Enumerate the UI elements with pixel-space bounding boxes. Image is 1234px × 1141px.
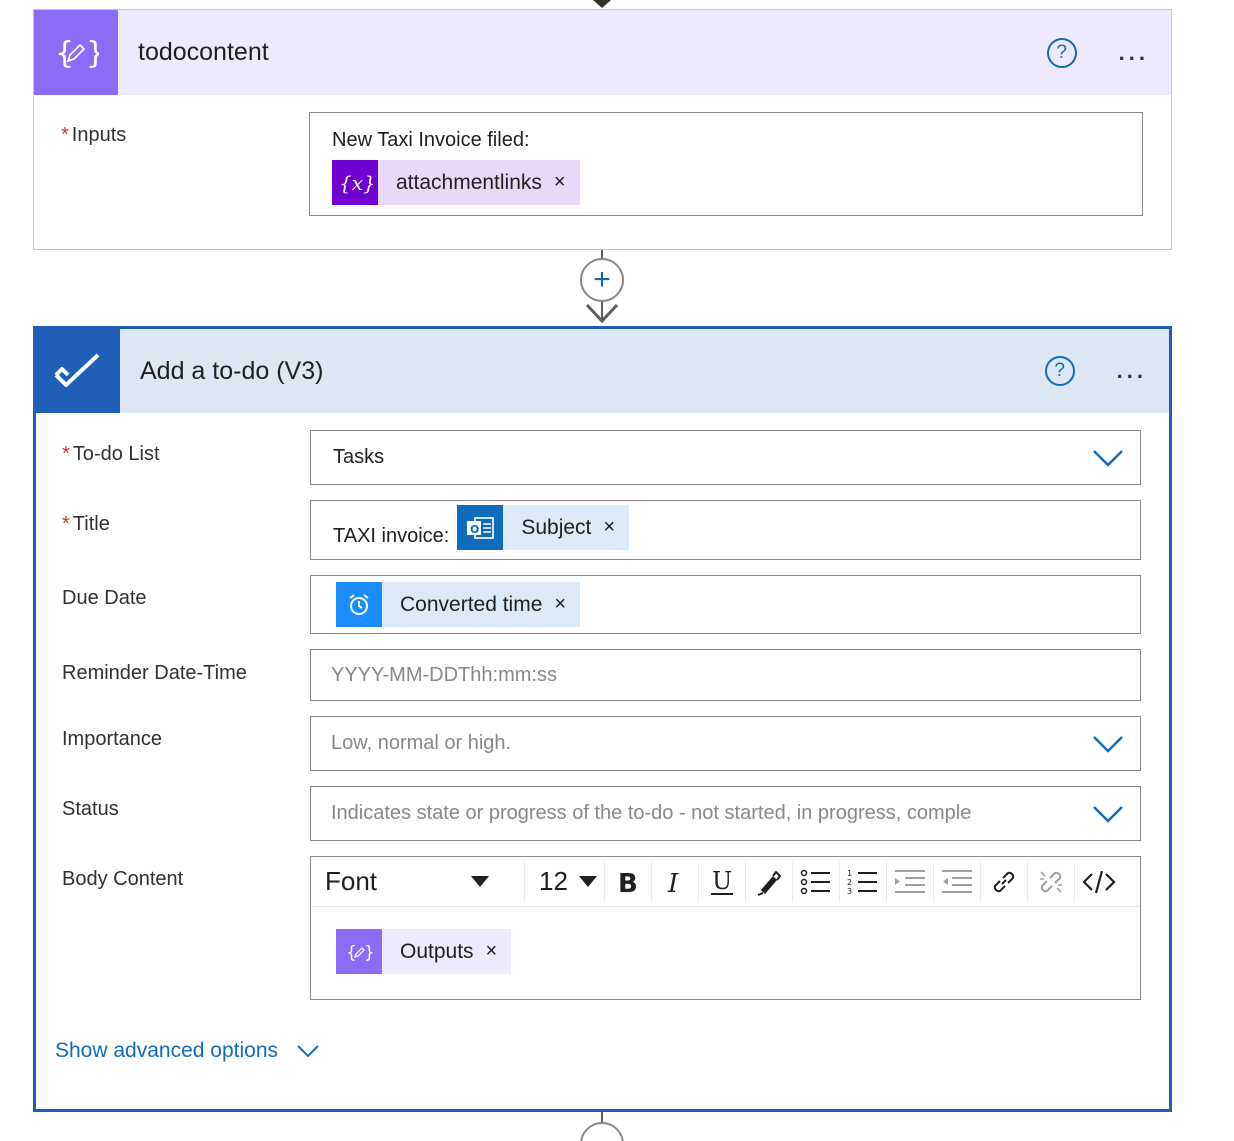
title-field[interactable]: TAXI invoice: O Subject × <box>310 500 1141 560</box>
increase-indent-button[interactable] <box>934 861 981 902</box>
help-button[interactable]: ? <box>1044 356 1075 386</box>
chevron-down-icon <box>297 1045 319 1058</box>
token-label: Converted time <box>400 592 543 616</box>
card-title: todocontent <box>138 38 269 66</box>
font-size-dropdown[interactable]: 12 <box>525 861 605 902</box>
title-label: * Title <box>62 513 110 535</box>
svg-text:B: B <box>618 869 638 896</box>
token-label: attachmentlinks <box>396 170 542 194</box>
add-todo-action-card[interactable]: Add a to-do (V3) ? ... * To-do List Tasks… <box>33 326 1172 1112</box>
svg-text:{x}: {x} <box>339 171 373 195</box>
todo-list-label: * To-do List <box>62 443 160 465</box>
compose-card-header[interactable]: { } todocontent ? ... <box>34 10 1171 95</box>
importance-label: Importance <box>62 728 163 750</box>
inputs-text: New Taxi Invoice filed: <box>332 129 530 151</box>
bullet-list-button[interactable] <box>793 861 840 902</box>
font-dropdown[interactable]: Font <box>311 861 525 902</box>
due-date-field[interactable]: Converted time × <box>310 575 1141 634</box>
svg-text:{: { <box>346 943 357 963</box>
down-arrow-icon <box>585 303 619 324</box>
todo-list-dropdown[interactable]: Tasks <box>310 430 1141 485</box>
compose-icon: { } <box>34 10 118 95</box>
remove-token-button[interactable]: × <box>474 940 512 963</box>
reminder-label: Reminder Date-Time <box>62 662 247 684</box>
svg-text:U: U <box>712 867 732 895</box>
svg-text:3: 3 <box>847 887 852 896</box>
italic-icon: I <box>667 869 679 896</box>
underline-button[interactable]: U <box>699 861 746 902</box>
remove-token-button[interactable]: × <box>591 516 629 539</box>
compose-icon: { } <box>336 929 382 974</box>
body-content-editor[interactable]: Font 12 B I U 1 2 3 {Outputs × <box>310 856 1141 1000</box>
token-subject[interactable]: O Subject × <box>457 505 630 550</box>
underline-icon: U <box>711 867 733 895</box>
svg-text:2: 2 <box>847 878 852 887</box>
link-icon <box>993 871 1015 892</box>
reminder-input[interactable]: YYYY-MM-DDThh:mm:ss <box>310 649 1141 701</box>
highlight-button[interactable] <box>746 861 793 902</box>
due-date-label: Due Date <box>62 587 147 609</box>
inputs-label: * Inputs <box>61 124 127 146</box>
insert-step-button[interactable]: + <box>580 258 624 302</box>
code-icon <box>1081 870 1116 893</box>
bold-button[interactable]: B <box>605 861 652 902</box>
add-todo-card-header[interactable]: Add a to-do (V3) ? ... <box>36 329 1169 413</box>
body-content-label: Body Content <box>62 868 184 890</box>
token-attachmentlinks[interactable]: {x} attachmentlinks × <box>332 160 580 205</box>
rich-text-toolbar: Font 12 B I U 1 2 3 <box>311 857 1140 907</box>
svg-text:I: I <box>667 869 679 896</box>
indent-icon <box>942 869 972 893</box>
insert-link-button[interactable] <box>981 861 1028 902</box>
decrease-indent-button[interactable] <box>887 861 934 902</box>
more-options-button[interactable]: ... <box>1119 40 1149 66</box>
numbered-list-icon: 123 <box>847 869 877 896</box>
caret-down-icon <box>471 875 489 887</box>
card-title: Add a to-do (V3) <box>140 356 324 385</box>
remove-token-button[interactable]: × <box>542 593 580 616</box>
show-advanced-options-link[interactable]: Show advanced options <box>55 1039 320 1063</box>
code-view-button[interactable] <box>1075 862 1122 902</box>
checkmark-icon <box>36 329 120 413</box>
outdent-icon <box>895 869 925 893</box>
alarm-clock-icon <box>336 582 382 627</box>
token-outputs[interactable]: { } Outputs × <box>336 929 512 974</box>
chevron-down-icon[interactable] <box>1092 804 1124 824</box>
svg-text:}: } <box>364 943 373 963</box>
remove-token-button[interactable]: × <box>542 171 580 194</box>
token-label: Subject <box>521 515 592 539</box>
bullet-list-icon <box>800 869 830 894</box>
pen-icon <box>757 869 782 896</box>
status-label: Status <box>62 798 119 820</box>
status-dropdown[interactable]: Indicates state or progress of the to-do… <box>310 786 1141 841</box>
status-placeholder: Indicates state or progress of the to-do… <box>331 802 972 824</box>
italic-button[interactable]: I <box>652 861 699 902</box>
chevron-down-icon[interactable] <box>1092 448 1124 468</box>
title-prefix: TAXI invoice: <box>333 525 450 547</box>
variable-icon: {x} <box>332 160 378 205</box>
required-mark: * <box>61 124 69 146</box>
svg-text:O: O <box>470 523 479 536</box>
compose-action-card[interactable]: { } todocontent ? ... *Inputs New Taxi I… <box>33 9 1172 250</box>
importance-placeholder: Low, normal or high. <box>331 732 512 754</box>
outlook-icon: O <box>457 505 504 550</box>
insert-step-button[interactable] <box>580 1122 624 1141</box>
svg-text:}: } <box>86 36 99 71</box>
bold-icon: B <box>618 869 638 896</box>
reminder-placeholder: YYYY-MM-DDThh:mm:ss <box>331 663 557 686</box>
unlink-icon <box>1040 870 1062 893</box>
todo-list-value: Tasks <box>333 446 385 468</box>
token-converted-time[interactable]: Converted time × <box>336 582 581 627</box>
token-label: Outputs <box>400 939 474 963</box>
importance-dropdown[interactable]: Low, normal or high. <box>310 716 1141 771</box>
caret-down-icon <box>579 875 597 887</box>
inputs-field[interactable]: New Taxi Invoice filed: {x} attachmentli… <box>309 112 1143 216</box>
more-options-button[interactable]: ... <box>1117 358 1147 384</box>
chevron-down-icon[interactable] <box>1092 734 1124 754</box>
remove-link-button[interactable] <box>1028 861 1075 902</box>
svg-text:1: 1 <box>847 869 852 878</box>
numbered-list-button[interactable]: 123 <box>840 861 887 902</box>
incoming-arrow-icon <box>593 0 611 8</box>
help-button[interactable]: ? <box>1046 37 1077 68</box>
